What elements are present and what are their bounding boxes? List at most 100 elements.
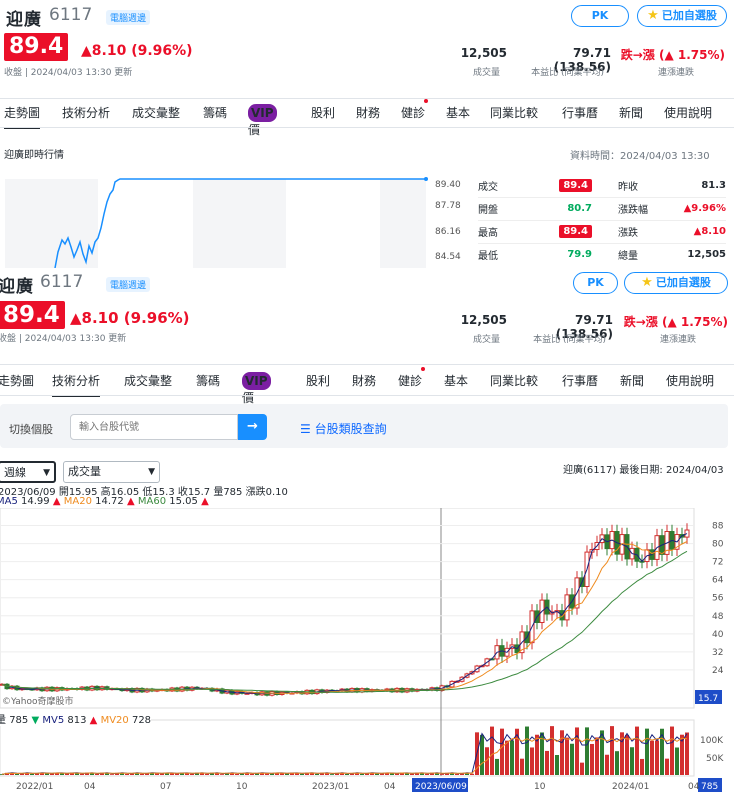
price-change: ▲8.10 (9.96%)	[81, 43, 193, 59]
volume-bar	[665, 758, 669, 775]
stock-name: 迎廣	[6, 10, 42, 30]
stock-search-input[interactable]	[70, 414, 238, 440]
watchlist-button[interactable]: ★ 已加自選股	[637, 5, 727, 27]
volume-bar	[140, 773, 144, 775]
volume-bar	[580, 762, 584, 775]
y-tick-label: 32	[712, 648, 723, 658]
x-tick-label: 2024/01	[612, 782, 649, 792]
tab-news[interactable]: 新聞	[620, 372, 644, 389]
y-axis: 88 80 72 64 56 48 40 32 24	[712, 522, 724, 676]
tab-peers[interactable]: 同業比較	[490, 104, 538, 121]
tab-technical[interactable]: 技術分析	[52, 372, 101, 397]
pk-button[interactable]: PK	[571, 5, 629, 27]
volume-bar	[595, 737, 599, 775]
vol-tick: 100K	[700, 736, 724, 746]
quote-row: 最低 79.9 總量 12,505	[478, 248, 726, 262]
x-tick-label: 04	[384, 782, 396, 792]
x-tick-label: 2023/01	[312, 782, 349, 792]
industry-badge[interactable]: 電腦週邊	[106, 10, 151, 25]
tab-trades[interactable]: 成交彙整	[124, 372, 172, 389]
tab-health[interactable]: 健診	[401, 104, 425, 121]
tab-basic[interactable]: 基本	[444, 372, 468, 389]
chevron-down-icon: ▼	[148, 467, 155, 477]
tab-dividend[interactable]: 股利	[306, 372, 330, 389]
category-query-link[interactable]: ☰ 台股類股查詢	[300, 420, 387, 437]
y-tick-label: 88	[712, 522, 724, 532]
tab-chips[interactable]: 籌碼	[203, 104, 227, 121]
period-select[interactable]: 週線 ▼	[0, 461, 56, 483]
volume-bar	[615, 751, 619, 775]
quote-row: 開盤 80.7 漲跌幅 ▲9.96%	[478, 197, 726, 220]
market-status: 收盤 | 2024/04/03 13:30 更新	[0, 334, 127, 344]
y-tick-label: 24	[712, 666, 724, 676]
indicator-select[interactable]: 成交量 ▼	[63, 461, 160, 483]
y-tick-label: 80	[712, 540, 724, 550]
volume-bar	[590, 743, 594, 775]
tab-trades[interactable]: 成交彙整	[132, 104, 180, 121]
intraday-chart: 89.40 87.78 86.16 84.54	[5, 177, 461, 275]
volume-label: 成交量	[472, 68, 500, 78]
tab-financials[interactable]: 財務	[356, 104, 380, 121]
volume-bar	[375, 773, 379, 775]
tab-help[interactable]: 使用說明	[664, 104, 712, 121]
volume-bar	[645, 728, 649, 775]
volume-bar	[520, 758, 524, 775]
volume-bar	[675, 747, 679, 775]
volume-bar	[490, 726, 494, 775]
tab-financials[interactable]: 財務	[352, 372, 376, 389]
tab-peers[interactable]: 同業比較	[490, 372, 538, 389]
tab-chips[interactable]: 籌碼	[196, 372, 220, 389]
pe-label: 本益比 (同業平均)	[531, 68, 604, 78]
volume-bar	[470, 773, 474, 775]
volume-bar	[650, 740, 654, 775]
watchlist-button[interactable]: ★ 已加自選股	[624, 272, 728, 294]
tab-dividend[interactable]: 股利	[311, 104, 335, 121]
x-tick-label: 2022/01	[16, 782, 53, 792]
volume-bar	[455, 774, 459, 775]
candle-body	[684, 529, 690, 538]
search-submit-button[interactable]: →	[238, 414, 267, 440]
tab-help[interactable]: 使用說明	[666, 372, 714, 389]
y-tick: 87.78	[435, 201, 461, 211]
price-box: 89.4	[4, 33, 69, 61]
volume-value: 12,505	[460, 46, 507, 60]
tab-news[interactable]: 新聞	[619, 104, 643, 121]
shade-band	[380, 179, 426, 275]
y-tick-label: 56	[712, 594, 724, 604]
search-label: 切換個股	[9, 423, 53, 436]
price-box: 89.4	[0, 301, 65, 329]
tab-health[interactable]: 健診	[398, 372, 422, 389]
vol-tick: 50K	[706, 754, 724, 764]
volume-bar	[505, 740, 509, 775]
tab-trend[interactable]: 走勢圖	[0, 372, 34, 389]
volume-bar	[45, 773, 49, 775]
cursor-date: 2023/06/09	[415, 782, 467, 792]
volume-bar	[345, 773, 349, 775]
volume-bar	[315, 773, 319, 775]
stock-name: 迎廣	[0, 277, 34, 297]
streak-label: 連漲連跌	[657, 68, 694, 78]
tab-trend[interactable]: 走勢圖	[4, 104, 41, 129]
volume-bar	[610, 726, 614, 775]
tab-basic[interactable]: 基本	[446, 104, 470, 121]
volume-bar	[605, 754, 609, 775]
pk-button[interactable]: PK	[573, 272, 618, 294]
volume-bar	[560, 730, 564, 775]
tab-technical[interactable]: 技術分析	[62, 104, 110, 121]
tab-calendar[interactable]: 行事曆	[562, 372, 598, 389]
x-tick-label: 04	[688, 782, 700, 792]
volume-bar	[15, 773, 19, 775]
volume-bar	[205, 773, 209, 775]
volume-bar	[635, 726, 639, 775]
volume-value: 12,505	[460, 313, 507, 327]
chart-info: 迎廣(6117) 最後日期: 2024/04/03	[563, 465, 724, 476]
ma-legend: MA5 14.99 ▲ MA20 14.72 ▲ MA60 15.05 ▲	[0, 496, 209, 507]
volume-bar	[235, 773, 239, 775]
volume-bar	[640, 758, 644, 775]
volume-bar	[330, 774, 334, 775]
industry-badge[interactable]: 電腦週邊	[106, 277, 151, 292]
y-tick: 86.16	[435, 227, 461, 237]
x-tick-label: 10	[236, 782, 248, 792]
tab-calendar[interactable]: 行事曆	[562, 104, 598, 121]
volume-bar	[125, 773, 129, 775]
